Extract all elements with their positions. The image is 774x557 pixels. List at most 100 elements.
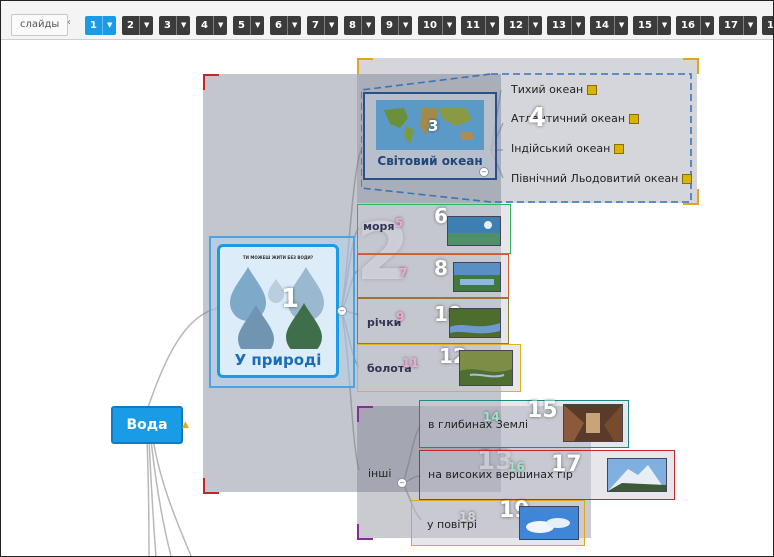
nature-card[interactable]: ТИ МОЖЕШ ЖИТИ БЕЗ ВОДИ? У природі (217, 244, 339, 378)
slide-tab-17[interactable]: 17 ▼ (719, 16, 758, 35)
mindmap-window: слайды ‹ 1 ▼ 2 ▼ 3 ▼ 4 ▼ 5 ▼ 6 ▼ 7 ▼ 8 ▼ 9 ▼ 10 ▼ 11 ▼ 12 ▼ 13 ▼ 1… (0, 0, 774, 557)
slide-tab-12[interactable]: 12 ▼ (504, 16, 543, 35)
chevron-down-icon[interactable]: ▼ (286, 16, 301, 35)
slide-number-5: 5 (395, 216, 404, 230)
slide-tab-label: 7 (312, 20, 319, 31)
flag-icon (629, 114, 640, 124)
chevron-down-icon[interactable]: ▼ (613, 16, 628, 35)
depths-photo (563, 404, 623, 442)
frame-corner (357, 406, 373, 422)
depths-topic[interactable]: в глибинах Землі (428, 418, 528, 431)
slide-tab-label: 1 (90, 20, 97, 31)
slide-number-11: 11 (402, 356, 419, 370)
chevron-down-icon[interactable]: ▼ (397, 16, 412, 35)
chevron-down-icon[interactable]: ▼ (175, 16, 190, 35)
swamps-photo (459, 350, 513, 386)
nature-card-caption: ТИ МОЖЕШ ЖИТИ БЕЗ ВОДИ? (242, 255, 314, 260)
world-ocean-title: Світовий океан (377, 154, 483, 168)
chevron-left-icon[interactable]: ‹ (67, 17, 71, 28)
chevron-down-icon[interactable]: ▼ (138, 16, 153, 35)
other-topic[interactable]: інші (368, 467, 391, 480)
slide-tab-8[interactable]: 8 ▼ (344, 16, 376, 35)
chevron-down-icon[interactable]: ▼ (323, 16, 338, 35)
slide-tab-16[interactable]: 16 ▼ (676, 16, 715, 35)
mindmap-canvas: Світовий океан 3 − Тихий океан Атлантичн… (1, 40, 773, 556)
seas-photo (447, 216, 501, 246)
world-ocean-node[interactable]: Світовий океан (363, 92, 497, 180)
slide-number-18: 18 (459, 510, 476, 524)
slide-number-15: 15 (527, 398, 558, 423)
chevron-down-icon[interactable]: ▼ (656, 16, 671, 35)
slide-tab-label: 15 (638, 20, 652, 31)
slide-tab-label: 11 (466, 20, 480, 31)
slide-number-1: 1 (281, 284, 300, 314)
lakes-photo (453, 262, 501, 292)
slide-number-8: 8 (434, 256, 448, 280)
peaks-photo (607, 458, 667, 492)
root-topic[interactable]: Вода (111, 406, 183, 444)
chevron-down-icon[interactable]: ▼ (101, 16, 116, 35)
slide-tab-18[interactable]: 18▼ (762, 16, 774, 35)
chevron-down-icon[interactable]: ▼ (527, 16, 542, 35)
slide-tab-2[interactable]: 2 ▼ (122, 16, 154, 35)
slide-number-14: 14 (483, 410, 500, 424)
slide-number-17: 17 (551, 452, 582, 477)
slide-tab-label: 4 (201, 20, 208, 31)
slide-tab-4[interactable]: 4 ▼ (196, 16, 228, 35)
slide-tab-13[interactable]: 13 ▼ (547, 16, 586, 35)
slide-tab-6[interactable]: 6 ▼ (270, 16, 302, 35)
collapse-toggle[interactable]: − (337, 306, 347, 316)
slides-button[interactable]: слайды (11, 14, 69, 36)
slide-tab-7[interactable]: 7 ▼ (307, 16, 339, 35)
rivers-photo (449, 308, 501, 338)
flag-icon (682, 174, 693, 184)
chevron-down-icon[interactable]: ▼ (249, 16, 264, 35)
slide-tab-label: 6 (275, 20, 282, 31)
slide-tab-label: 13 (552, 20, 566, 31)
slide-tab-label: 5 (238, 20, 245, 31)
frame-corner (203, 478, 219, 494)
flag-icon (587, 85, 598, 95)
slide-tab-15[interactable]: 15 ▼ (633, 16, 672, 35)
chevron-down-icon[interactable]: ▼ (742, 16, 757, 35)
slide-tab-label: 17 (724, 20, 738, 31)
slide-number-6: 6 (434, 204, 448, 228)
chevron-down-icon[interactable]: ▼ (699, 16, 714, 35)
slides-toolbar: слайды ‹ 1 ▼ 2 ▼ 3 ▼ 4 ▼ 5 ▼ 6 ▼ 7 ▼ 8 ▼ 9 ▼ 10 ▼ 11 ▼ 12 ▼ 13 ▼ 1… (1, 1, 773, 40)
chevron-down-icon[interactable]: ▼ (212, 16, 227, 35)
water-drops-image (230, 267, 324, 349)
flag-icon (614, 144, 625, 154)
slide-tab-label: 12 (509, 20, 523, 31)
collapse-toggle[interactable]: − (479, 167, 489, 177)
slide-tab-9[interactable]: 9 ▼ (381, 16, 413, 35)
slide-tab-label: 10 (423, 20, 437, 31)
chevron-down-icon[interactable]: ▼ (484, 16, 499, 35)
slide-tab-5[interactable]: 5 ▼ (233, 16, 265, 35)
slide-tab-10[interactable]: 10 ▼ (418, 16, 457, 35)
ocean-indian[interactable]: Індійський океан (511, 142, 625, 155)
seas-topic[interactable]: моря (363, 220, 395, 233)
ocean-arctic[interactable]: Північний Льодовитий океан (511, 172, 693, 185)
slide-number-9: 9 (396, 310, 405, 324)
chevron-down-icon[interactable]: ▼ (441, 16, 456, 35)
slide-tab-11[interactable]: 11 ▼ (461, 16, 500, 35)
slide-number-3: 3 (428, 117, 439, 135)
frame-corner (357, 524, 373, 540)
chevron-down-icon[interactable]: ▼ (570, 16, 585, 35)
slide-number-16: 16 (508, 460, 525, 474)
slide-tab-label: 2 (127, 20, 134, 31)
slide-tab-label: 16 (681, 20, 695, 31)
slide-tab-label: 18 (767, 20, 774, 31)
ocean-pacific[interactable]: Тихий океан (511, 83, 598, 96)
slide-number-4: 4 (528, 103, 547, 133)
chevron-down-icon[interactable]: ▼ (360, 16, 375, 35)
slide-tab-label: 9 (386, 20, 393, 31)
slide-tab-14[interactable]: 14 ▼ (590, 16, 629, 35)
slide-tab-3[interactable]: 3 ▼ (159, 16, 191, 35)
slide-tab-1[interactable]: 1 ▼ (85, 16, 117, 35)
slide-tab-label: 8 (349, 20, 356, 31)
nature-card-title: У природі (234, 351, 322, 369)
slide-number-7: 7 (399, 266, 408, 280)
slide-tab-label: 14 (595, 20, 609, 31)
collapse-toggle[interactable]: − (397, 478, 407, 488)
